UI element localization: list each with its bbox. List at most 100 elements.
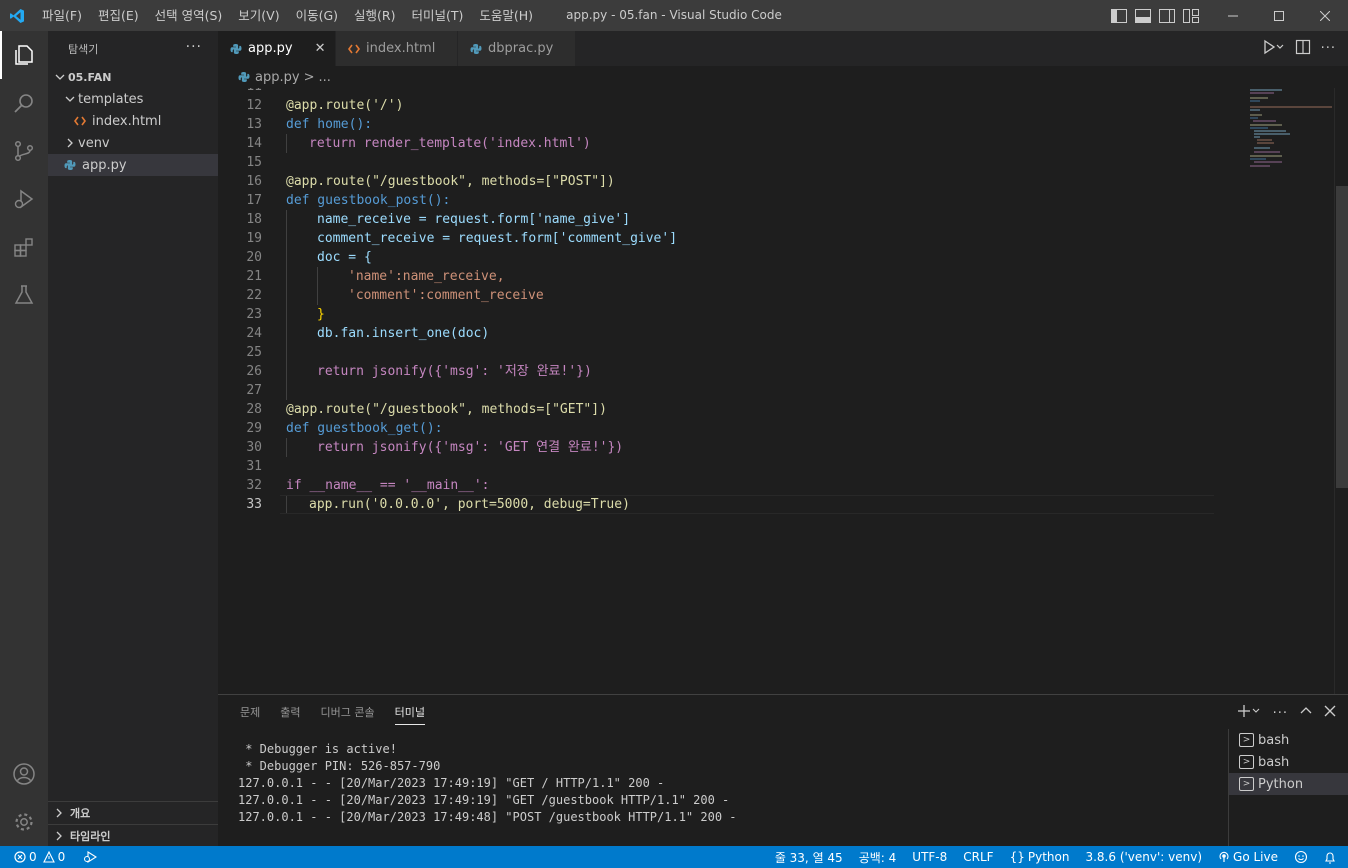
language-label: Python	[1027, 850, 1070, 864]
timeline-section[interactable]: 타임라인	[48, 824, 218, 846]
split-editor-icon[interactable]	[1295, 39, 1311, 59]
menu-file[interactable]: 파일(F)	[34, 0, 90, 31]
line-number: 31	[246, 459, 262, 474]
tree-item-venv[interactable]: venv	[48, 132, 218, 154]
cursor-position[interactable]: 줄 33, 열 45	[775, 849, 843, 866]
tab-terminal[interactable]: 터미널	[385, 695, 435, 731]
tree-item-label: venv	[78, 135, 110, 151]
scrollbar-thumb[interactable]	[1336, 186, 1348, 488]
terminal-line: 127.0.0.1 - - [20/Mar/2023 17:49:19] "GE…	[238, 776, 665, 790]
terminal-output[interactable]: * Debugger is active! * Debugger PIN: 52…	[238, 741, 737, 826]
problems-status[interactable]: 0 0	[14, 850, 65, 864]
accounts-icon[interactable]	[0, 750, 48, 798]
code-line: doc = {	[317, 250, 372, 265]
code-line: name_receive = request.form['name_give']	[317, 212, 631, 227]
code-line: def guestbook_get():	[286, 421, 443, 436]
outline-label: 개요	[70, 806, 91, 820]
search-icon[interactable]	[0, 79, 48, 127]
python-interpreter[interactable]: 3.8.6 ('venv': venv)	[1085, 850, 1202, 864]
menu-help[interactable]: 도움말(H)	[471, 0, 541, 31]
more-actions-icon[interactable]: ···	[1321, 41, 1336, 56]
maximize-panel-icon[interactable]	[1300, 705, 1312, 721]
eol-status[interactable]: CRLF	[963, 850, 993, 864]
more-actions-icon[interactable]: ···	[186, 39, 202, 55]
python-icon	[470, 43, 482, 55]
tab-app-py[interactable]: app.py ✕	[218, 31, 336, 66]
terminal-item-python[interactable]: > Python	[1229, 773, 1348, 795]
tab-label: app.py	[248, 41, 293, 56]
line-number: 18	[246, 212, 262, 227]
debug-launch-icon[interactable]	[83, 851, 98, 863]
explorer-icon[interactable]	[0, 31, 48, 79]
workspace-root[interactable]: 05.FAN	[48, 66, 218, 88]
code-line: @app.route("/guestbook", methods=["POST"…	[286, 174, 615, 189]
toggle-panel-icon[interactable]	[1134, 7, 1152, 25]
panel-actions: ···	[1237, 695, 1336, 731]
menu-terminal[interactable]: 터미널(T)	[404, 0, 472, 31]
breadcrumb-symbols[interactable]: ...	[318, 70, 330, 85]
error-icon	[14, 851, 26, 863]
close-tab-icon[interactable]: ✕	[315, 41, 326, 56]
feedback-icon[interactable]	[1294, 850, 1308, 864]
code-line: @app.route("/guestbook", methods=["GET"]…	[286, 402, 607, 417]
terminal-line: * Debugger is active!	[238, 742, 397, 756]
tree-item-label: app.py	[82, 157, 127, 173]
extensions-icon[interactable]	[0, 223, 48, 271]
chevron-right-icon	[48, 808, 70, 818]
terminal-line: * Debugger PIN: 526-857-790	[238, 759, 441, 773]
tree-item-index-html[interactable]: index.html	[48, 110, 218, 132]
line-number: 19	[246, 231, 262, 246]
go-live-label: Go Live	[1233, 850, 1278, 864]
explorer-header: 탐색기 ···	[48, 31, 218, 66]
settings-gear-icon[interactable]	[0, 798, 48, 846]
close-window-icon[interactable]	[1302, 0, 1348, 31]
terminal-item-bash[interactable]: > bash	[1229, 729, 1348, 751]
tab-index-html[interactable]: index.html	[336, 31, 458, 66]
run-debug-icon[interactable]	[0, 175, 48, 223]
code-line: }	[317, 307, 325, 322]
terminal-item-bash[interactable]: > bash	[1229, 751, 1348, 773]
minimap[interactable]	[1246, 88, 1334, 694]
customize-layout-icon[interactable]	[1182, 7, 1200, 25]
source-control-icon[interactable]	[0, 127, 48, 175]
status-bar: 0 0 줄 33, 열 45 공백: 4 UTF-8 CRLF {} Pytho…	[0, 846, 1348, 868]
close-panel-icon[interactable]	[1324, 705, 1336, 721]
minimize-icon[interactable]	[1210, 0, 1256, 31]
breadcrumb-file[interactable]: app.py	[255, 70, 300, 85]
notifications-bell-icon[interactable]	[1324, 851, 1336, 864]
toggle-secondary-sidebar-icon[interactable]	[1158, 7, 1176, 25]
menu-edit[interactable]: 편집(E)	[90, 0, 147, 31]
chevron-down-icon	[52, 72, 68, 82]
more-actions-icon[interactable]: ···	[1273, 706, 1288, 721]
line-number: 29	[246, 421, 262, 436]
new-terminal-icon[interactable]	[1237, 704, 1261, 722]
code-line: return jsonify({'msg': '저장 완료!'})	[317, 364, 592, 379]
code-editor[interactable]: 11 12 @app.route('/') 13 def home(): 14 …	[218, 88, 1246, 694]
editor-scrollbar[interactable]	[1334, 88, 1348, 694]
tab-output[interactable]: 출력	[270, 695, 310, 731]
menu-go[interactable]: 이동(G)	[288, 0, 346, 31]
line-number: 23	[246, 307, 262, 322]
outline-section[interactable]: 개요	[48, 801, 218, 823]
menu-selection[interactable]: 선택 영역(S)	[147, 0, 231, 31]
code-line: comment_receive = request.form['comment_…	[317, 231, 678, 246]
tab-debug-console[interactable]: 디버그 콘솔	[311, 695, 385, 731]
indentation-status[interactable]: 공백: 4	[859, 849, 897, 866]
tree-item-templates[interactable]: templates	[48, 88, 218, 110]
menu-run[interactable]: 실행(R)	[346, 0, 403, 31]
maximize-icon[interactable]	[1256, 0, 1302, 31]
broadcast-icon	[1219, 851, 1229, 862]
run-python-file-icon[interactable]	[1263, 39, 1285, 59]
encoding-status[interactable]: UTF-8	[912, 850, 947, 864]
title-bar: 파일(F) 편집(E) 선택 영역(S) 보기(V) 이동(G) 실행(R) 터…	[0, 0, 1348, 31]
toggle-primary-sidebar-icon[interactable]	[1110, 7, 1128, 25]
line-number: 15	[246, 155, 262, 170]
testing-flask-icon[interactable]	[0, 271, 48, 319]
tab-problems[interactable]: 문제	[230, 695, 270, 731]
tree-item-app-py[interactable]: app.py	[48, 154, 218, 176]
tab-dbprac-py[interactable]: dbprac.py	[458, 31, 576, 66]
language-mode[interactable]: {} Python	[1010, 850, 1070, 864]
go-live-button[interactable]: Go Live	[1218, 850, 1278, 864]
editor-actions: ···	[1263, 31, 1336, 66]
menu-view[interactable]: 보기(V)	[230, 0, 287, 31]
